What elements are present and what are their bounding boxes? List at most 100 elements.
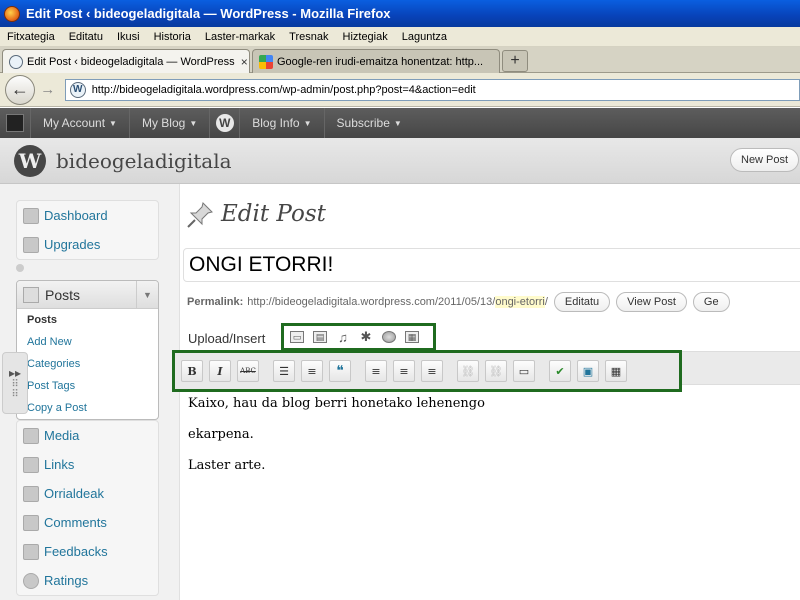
add-image-icon[interactable]: ▭ xyxy=(290,331,304,343)
kitchen-sink-button[interactable]: ▦ xyxy=(605,360,627,382)
italic-button[interactable]: I xyxy=(209,360,231,382)
site-name[interactable]: bideogeladigitala xyxy=(56,149,232,173)
add-poll-icon[interactable]: ● xyxy=(382,331,396,343)
admin-sidebar: Dashboard Upgrades Posts ▼ Posts Add New… xyxy=(0,184,180,600)
submenu-post-tags[interactable]: Post Tags xyxy=(17,375,158,397)
forward-button[interactable]: → xyxy=(37,79,59,101)
strikethrough-button[interactable]: ABC xyxy=(237,360,259,382)
wordpress-favicon-icon xyxy=(9,54,23,69)
window-titlebar: Edit Post ‹ bideogeladigitala — WordPres… xyxy=(0,0,800,27)
my-account-menu[interactable]: My Account ▼ xyxy=(30,108,129,138)
caret-down-icon: ▼ xyxy=(109,118,117,128)
content-paragraph[interactable]: Kaixo, hau da blog berri honetako lehene… xyxy=(188,396,485,411)
view-post-button[interactable]: View Post xyxy=(616,292,687,312)
sidebar-item-comments[interactable]: Comments xyxy=(17,508,158,537)
collapse-menu-handle[interactable]: ▸▸ ⠿ ⠿ xyxy=(2,352,28,414)
more-tag-button[interactable]: ▭ xyxy=(513,360,535,382)
close-tab-icon[interactable]: × xyxy=(235,55,248,69)
caret-down-icon: ▼ xyxy=(189,118,198,128)
wordpress-logo-icon[interactable]: W xyxy=(209,108,239,138)
url-text[interactable]: http://bideogeladigitala.wordpress.com/w… xyxy=(92,84,476,96)
permalink-trail: / xyxy=(544,296,548,308)
bottom-menu-box: Media Links Orrialdeak Comments Feedback… xyxy=(16,420,159,596)
url-bar[interactable]: W http://bideogeladigitala.wordpress.com… xyxy=(64,78,800,101)
firefox-icon xyxy=(4,5,20,22)
feedbacks-icon xyxy=(23,543,39,560)
post-title-input[interactable]: ONGI ETORRI! xyxy=(183,248,800,282)
back-button[interactable]: ← xyxy=(5,74,35,105)
tab-edit-post[interactable]: Edit Post ‹ bideogeladigitala — WordPres… xyxy=(2,49,250,73)
new-tab-button[interactable]: + xyxy=(502,50,528,72)
numbered-list-button[interactable]: ≡ xyxy=(301,360,323,382)
content-paragraph[interactable]: Laster arte. xyxy=(188,458,485,473)
submenu-add-new[interactable]: Add New xyxy=(17,331,158,353)
menu-laguntza[interactable]: Laguntza xyxy=(395,31,454,43)
menu-laster-markak[interactable]: Laster-markak xyxy=(198,31,282,43)
unlink-button[interactable]: ⛓ xyxy=(485,360,507,382)
media-icon xyxy=(23,427,39,444)
caret-down-icon: ▼ xyxy=(303,118,312,128)
submenu-copy-a-post[interactable]: Copy a Post xyxy=(17,397,158,419)
edit-permalink-button[interactable]: Editatu xyxy=(553,292,611,312)
blockquote-button[interactable]: ❝ xyxy=(329,360,351,382)
sidebar-item-ratings[interactable]: Ratings xyxy=(17,566,158,595)
menu-fitxategia[interactable]: Fitxategia xyxy=(0,31,62,43)
bold-button[interactable]: B xyxy=(181,360,203,382)
top-menu-box: Dashboard Upgrades xyxy=(16,200,159,260)
submenu-posts[interactable]: Posts xyxy=(17,309,158,331)
window-title: Edit Post ‹ bideogeladigitala — WordPres… xyxy=(26,6,391,21)
spellcheck-button[interactable]: ✔ xyxy=(549,360,571,382)
sidebar-item-posts[interactable]: Posts ▼ xyxy=(17,281,158,309)
sidebar-item-orrialdeak[interactable]: Orrialdeak xyxy=(17,479,158,508)
tab-bar: Edit Post ‹ bideogeladigitala — WordPres… xyxy=(0,47,800,73)
upload-insert-label: Upload/Insert xyxy=(188,331,266,346)
wp-admin-bar: My Account ▼ My Blog ▼ W Blog Info ▼ Subscr… xyxy=(0,108,800,138)
edit-post-pin-icon xyxy=(187,202,213,228)
permalink-slug[interactable]: ongi-etorri xyxy=(495,296,545,308)
fullscreen-button[interactable]: ▣ xyxy=(577,360,599,382)
tab-label: Edit Post ‹ bideogeladigitala — WordPres… xyxy=(27,55,235,68)
add-media-icon[interactable]: ✱ xyxy=(359,329,373,344)
sidebar-item-dashboard[interactable]: Dashboard xyxy=(17,201,158,230)
new-post-button[interactable]: New Post xyxy=(730,148,800,172)
content-paragraph[interactable]: ekarpena. xyxy=(188,427,485,442)
sidebar-item-media[interactable]: Media xyxy=(17,421,158,450)
align-left-button[interactable]: ≡ xyxy=(365,360,387,382)
sidebar-item-feedbacks[interactable]: Feedbacks xyxy=(17,537,158,566)
tab-google-images[interactable]: Google-ren irudi-emaitza honentzat: http… xyxy=(252,49,500,73)
sidebar-item-upgrades[interactable]: Upgrades xyxy=(17,230,158,259)
menu-tresnak[interactable]: Tresnak xyxy=(282,31,335,43)
sidebar-item-links[interactable]: Links xyxy=(17,450,158,479)
menu-editatu[interactable]: Editatu xyxy=(62,31,110,43)
upgrades-icon xyxy=(23,236,39,253)
subscribe-menu[interactable]: Subscribe ▼ xyxy=(323,108,414,138)
submenu-categories[interactable]: Categories xyxy=(17,353,158,375)
align-center-button[interactable]: ≡ xyxy=(393,360,415,382)
main-content: Edit Post ONGI ETORRI! Permalink: http:/… xyxy=(172,184,800,600)
admin-bar-logo-icon[interactable] xyxy=(0,108,30,138)
bullet-list-button[interactable]: ☰ xyxy=(273,360,295,382)
add-audio-icon[interactable]: ♫ xyxy=(336,330,350,345)
menu-historia[interactable]: Historia xyxy=(147,31,198,43)
blog-info-menu[interactable]: Blog Info ▼ xyxy=(239,108,323,138)
my-blog-menu[interactable]: My Blog ▼ xyxy=(128,108,209,138)
google-favicon-icon xyxy=(259,54,273,69)
permalink-base: http://bideogeladigitala.wordpress.com/2… xyxy=(247,296,496,308)
site-identity-icon[interactable]: W xyxy=(69,81,86,98)
tab-label: Google-ren irudi-emaitza honentzat: http… xyxy=(277,55,484,68)
post-content-editor[interactable]: Kaixo, hau da blog berri honetako lehene… xyxy=(188,396,485,489)
grip-icon: ⠿ ⠿ xyxy=(11,379,19,400)
menu-ikusi[interactable]: Ikusi xyxy=(110,31,147,43)
add-form-icon[interactable]: ▦ xyxy=(405,331,419,343)
align-right-button[interactable]: ≡ xyxy=(421,360,443,382)
expand-arrows-icon: ▸▸ xyxy=(8,366,22,380)
posts-toggle-icon[interactable]: ▼ xyxy=(136,281,158,309)
menu-hiztegiak[interactable]: Hiztegiak xyxy=(336,31,395,43)
get-shortlink-button[interactable]: Ge xyxy=(692,292,730,312)
site-header: W bideogeladigitala New Post xyxy=(0,138,800,184)
links-icon xyxy=(23,456,39,473)
page-title: Edit Post xyxy=(221,201,326,227)
add-video-icon[interactable]: ▤ xyxy=(313,331,327,343)
permalink-label: Permalink: xyxy=(187,296,244,308)
link-button[interactable]: ⛓ xyxy=(457,360,479,382)
